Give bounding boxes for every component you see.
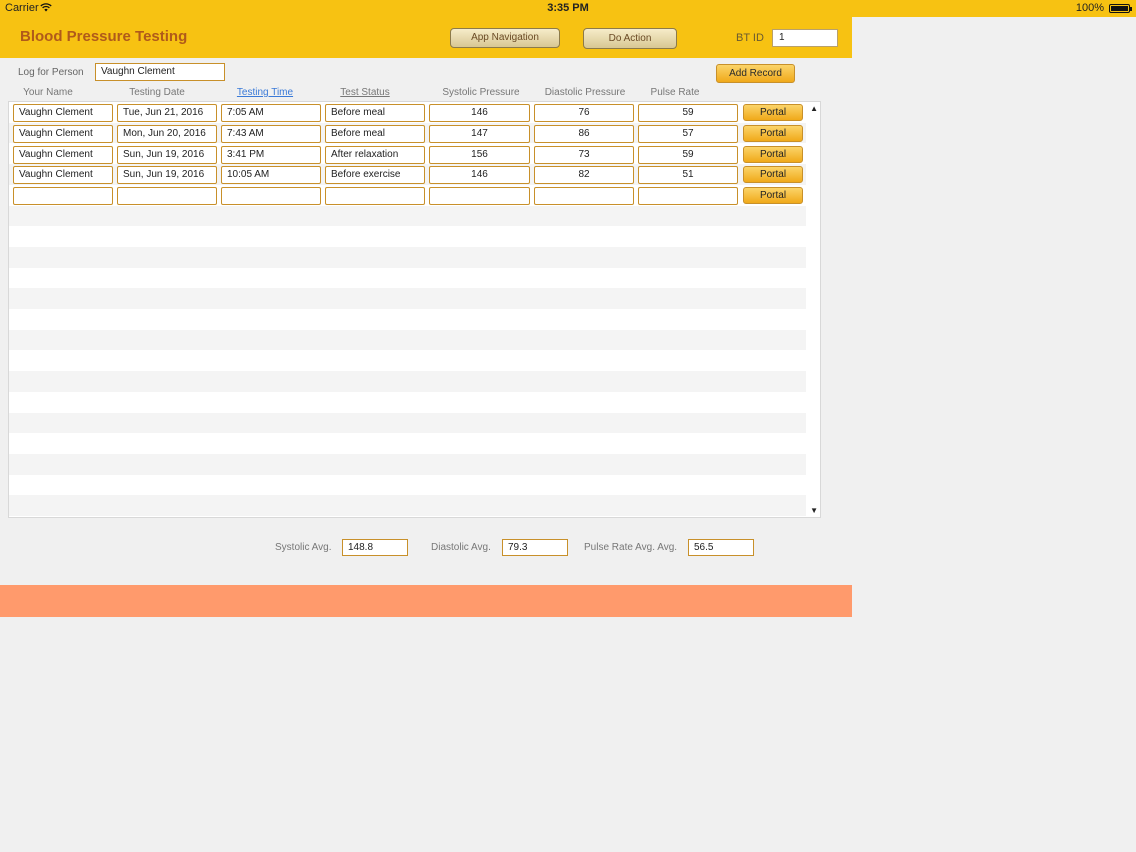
table-stripe: [9, 453, 806, 475]
column-header-your-name: Your Name: [23, 87, 73, 98]
add-record-button[interactable]: Add Record: [716, 64, 795, 83]
status-cell[interactable]: Before meal: [325, 124, 425, 143]
table-row: Portal: [9, 185, 806, 206]
column-header-testing-date: Testing Date: [129, 87, 185, 98]
systolic-cell[interactable]: 146: [429, 104, 530, 122]
table-row: Vaughn Clement Sun, Jun 19, 2016 10:05 AM B…: [9, 164, 806, 185]
date-cell[interactable]: Sun, Jun 19, 2016: [117, 145, 217, 164]
status-cell[interactable]: Before exercise: [325, 166, 425, 185]
battery-icon: [1109, 4, 1132, 13]
table-stripe: [9, 288, 806, 309]
time-cell[interactable]: 7:05 AM: [221, 104, 321, 122]
table-row: Vaughn Clement Mon, Jun 20, 2016 7:43 AM Be…: [9, 123, 806, 144]
systolic-avg-field[interactable]: 148.8: [342, 539, 408, 556]
table-stripe: [9, 226, 806, 247]
table-stripe: [9, 412, 806, 434]
app-header: Blood Pressure Testing App Navigation Do…: [0, 17, 852, 58]
table-stripe: [9, 433, 806, 454]
portal-button[interactable]: Portal: [743, 104, 803, 121]
pulse-cell[interactable]: [638, 187, 738, 206]
page-title: Blood Pressure Testing: [20, 28, 188, 45]
scroll-down-icon[interactable]: ▼: [810, 506, 818, 515]
name-cell[interactable]: Vaughn Clement: [13, 145, 113, 164]
status-bar: Carrier 3:35 PM 100%: [0, 0, 1136, 17]
records-table[interactable]: Vaughn Clement Tue, Jun 21, 2016 7:05 AM Be…: [8, 101, 821, 518]
date-cell[interactable]: [117, 187, 217, 206]
bt-id-label: BT ID: [736, 32, 764, 44]
table-stripe: [9, 329, 806, 351]
pulse-cell[interactable]: 59: [638, 104, 738, 122]
table-stripe: [9, 495, 806, 516]
table-stripe: [9, 268, 806, 289]
systolic-avg-label: Systolic Avg.: [275, 542, 332, 553]
diastolic-cell[interactable]: [534, 187, 634, 206]
pulse-cell[interactable]: 57: [638, 124, 738, 143]
systolic-cell[interactable]: [429, 187, 530, 206]
table-row: Vaughn Clement Tue, Jun 21, 2016 7:05 AM Be…: [9, 102, 806, 123]
battery-percent: 100%: [1075, 2, 1104, 14]
time-cell[interactable]: [221, 187, 321, 206]
table-stripe: [9, 371, 806, 392]
table-stripe: [9, 475, 806, 496]
time-cell[interactable]: 3:41 PM: [221, 145, 321, 164]
table-stripe: [9, 392, 806, 413]
diastolic-cell[interactable]: 86: [534, 124, 634, 143]
systolic-cell[interactable]: 147: [429, 124, 530, 143]
name-cell[interactable]: Vaughn Clement: [13, 166, 113, 185]
table-row: Vaughn Clement Sun, Jun 19, 2016 3:41 PM Af…: [9, 144, 806, 165]
scroll-up-icon[interactable]: ▲: [810, 104, 818, 113]
column-header-pulse-rate: Pulse Rate: [650, 87, 700, 98]
time-cell[interactable]: 7:43 AM: [221, 124, 321, 143]
date-cell[interactable]: Tue, Jun 21, 2016: [117, 104, 217, 122]
name-cell[interactable]: [13, 187, 113, 206]
diastolic-cell[interactable]: 73: [534, 145, 634, 164]
time-cell[interactable]: 10:05 AM: [221, 166, 321, 185]
status-cell[interactable]: After relaxation: [325, 145, 425, 164]
table-stripe: [9, 350, 806, 371]
name-cell[interactable]: Vaughn Clement: [13, 124, 113, 143]
pulse-cell[interactable]: 51: [638, 166, 738, 185]
portal-button[interactable]: Portal: [743, 124, 803, 142]
column-header-testing-time[interactable]: Testing Time: [225, 87, 305, 98]
bt-id-field[interactable]: 1: [772, 29, 838, 47]
diastolic-avg-label: Diastolic Avg.: [431, 542, 491, 553]
table-stripe: [9, 246, 806, 268]
log-for-person-label: Log for Person: [18, 67, 84, 78]
pulse-cell[interactable]: 59: [638, 145, 738, 164]
name-cell[interactable]: Vaughn Clement: [13, 104, 113, 122]
date-cell[interactable]: Sun, Jun 19, 2016: [117, 166, 217, 185]
clock: 3:35 PM: [547, 2, 589, 14]
table-stripe: [9, 205, 806, 227]
status-cell[interactable]: Before meal: [325, 104, 425, 122]
column-header-test-status[interactable]: Test Status: [325, 87, 405, 98]
column-header-systolic: Systolic Pressure: [442, 87, 520, 98]
pulse-rate-avg-label: Pulse Rate Avg. Avg.: [584, 542, 678, 553]
date-cell[interactable]: Mon, Jun 20, 2016: [117, 124, 217, 143]
systolic-cell[interactable]: 156: [429, 145, 530, 164]
status-cell[interactable]: [325, 187, 425, 206]
portal-button[interactable]: Portal: [743, 187, 803, 205]
diastolic-cell[interactable]: 82: [534, 166, 634, 185]
app-navigation-button[interactable]: App Navigation: [450, 28, 560, 48]
portal-button[interactable]: Portal: [743, 166, 803, 184]
systolic-cell[interactable]: 146: [429, 166, 530, 185]
column-header-diastolic: Diastolic Pressure: [544, 87, 626, 98]
pulse-rate-avg-field[interactable]: 56.5: [688, 539, 754, 556]
portal-button[interactable]: Portal: [743, 145, 803, 163]
diastolic-avg-field[interactable]: 79.3: [502, 539, 568, 556]
table-stripe: [9, 309, 806, 330]
do-action-button[interactable]: Do Action: [583, 28, 677, 49]
log-for-person-field[interactable]: Vaughn Clement: [95, 63, 225, 81]
diastolic-cell[interactable]: 76: [534, 104, 634, 122]
footer-bar: [0, 585, 852, 617]
